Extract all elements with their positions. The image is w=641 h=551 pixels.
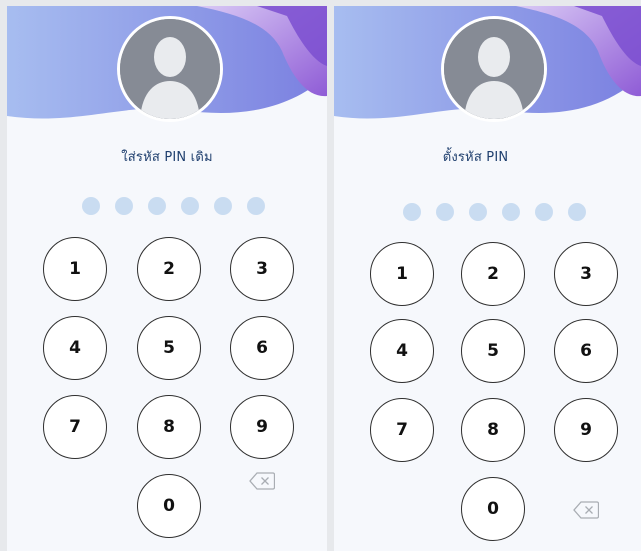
keypad-key-4[interactable]: 4	[370, 319, 434, 383]
pin-dot	[115, 197, 133, 215]
page-title: ตั้งรหัส PIN	[442, 150, 509, 165]
keypad-key-6[interactable]: 6	[554, 319, 618, 383]
keypad-key-3[interactable]: 3	[230, 237, 294, 301]
pin-dot	[535, 203, 553, 221]
keypad-key-1[interactable]: 1	[370, 242, 434, 306]
pin-dot	[469, 203, 487, 221]
backspace-icon[interactable]	[247, 471, 277, 491]
keypad-key-3[interactable]: 3	[554, 242, 618, 306]
keypad-key-2[interactable]: 2	[461, 242, 525, 306]
pin-dot	[436, 203, 454, 221]
keypad-key-8[interactable]: 8	[461, 398, 525, 462]
keypad-key-9[interactable]: 9	[230, 395, 294, 459]
pin-dot	[403, 203, 421, 221]
enter-current-pin-panel: ใส่รหัส PIN เดิม 1 2 3 4 5 6 7 8 9 0	[7, 6, 327, 551]
pin-dot	[148, 197, 166, 215]
backspace-icon[interactable]	[571, 500, 601, 520]
keypad-key-7[interactable]: 7	[43, 395, 107, 459]
keypad-key-7[interactable]: 7	[370, 398, 434, 462]
keypad-key-8[interactable]: 8	[137, 395, 201, 459]
pin-dot	[82, 197, 100, 215]
screen: ใส่รหัส PIN เดิม 1 2 3 4 5 6 7 8 9 0 ตั้…	[0, 0, 641, 551]
pin-dot	[214, 197, 232, 215]
keypad-key-1[interactable]: 1	[43, 237, 107, 301]
keypad-key-0[interactable]: 0	[137, 474, 201, 538]
pin-dot	[181, 197, 199, 215]
page-title: ใส่รหัส PIN เดิม	[121, 150, 213, 165]
keypad-key-4[interactable]: 4	[43, 316, 107, 380]
keypad-key-0[interactable]: 0	[461, 477, 525, 541]
pin-dots	[82, 197, 265, 215]
pin-dots	[403, 203, 586, 221]
avatar-placeholder-icon	[441, 16, 547, 122]
avatar-placeholder-icon	[117, 16, 223, 122]
keypad-key-5[interactable]: 5	[137, 316, 201, 380]
keypad-key-6[interactable]: 6	[230, 316, 294, 380]
keypad-key-9[interactable]: 9	[554, 398, 618, 462]
pin-dot	[502, 203, 520, 221]
keypad-key-2[interactable]: 2	[137, 237, 201, 301]
keypad-key-5[interactable]: 5	[461, 319, 525, 383]
pin-dot	[568, 203, 586, 221]
set-pin-panel: ตั้งรหัส PIN 1 2 3 4 5 6 7 8 9 0	[334, 6, 641, 551]
pin-dot	[247, 197, 265, 215]
